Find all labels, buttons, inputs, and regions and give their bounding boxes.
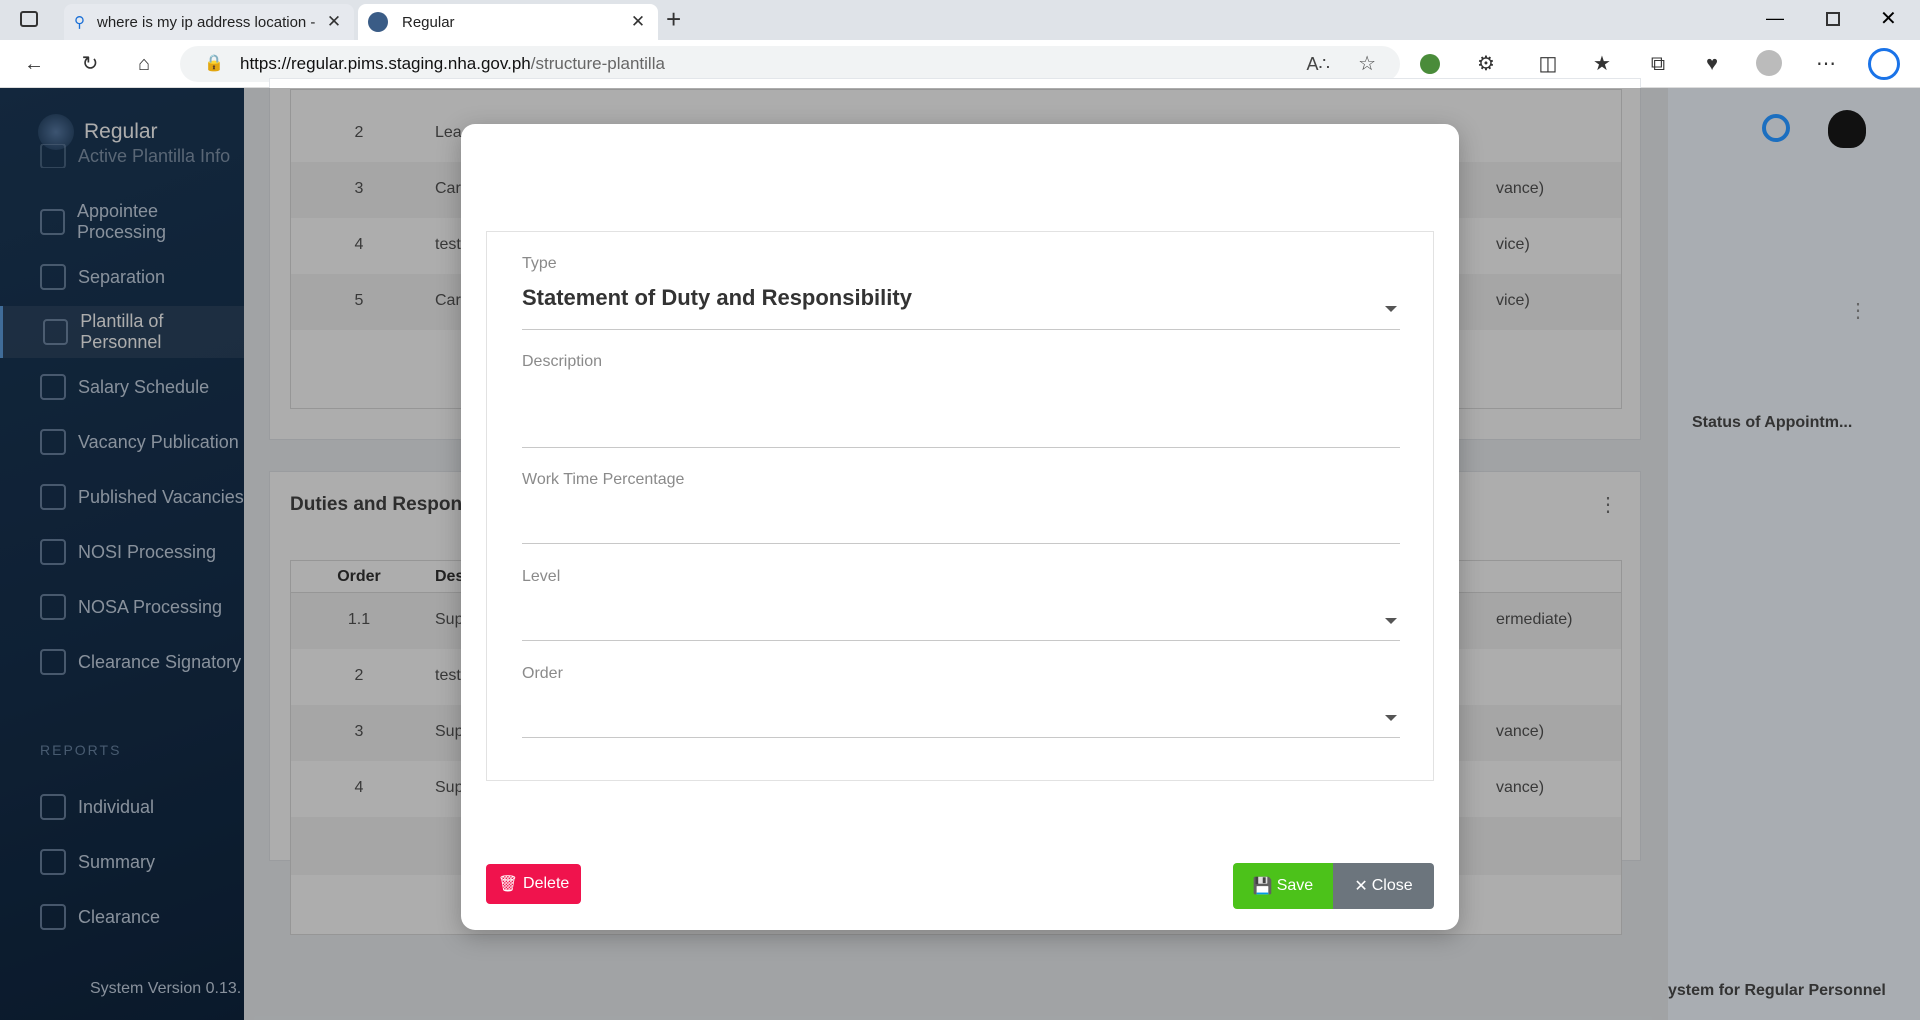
level-dropdown-icon[interactable] xyxy=(1385,618,1397,624)
url-host: https://regular.pims.staging.nha.gov.ph xyxy=(240,54,531,73)
lock-icon: 🔒 xyxy=(204,55,224,72)
level-label: Level xyxy=(522,568,561,585)
restore-icon[interactable] xyxy=(1826,12,1840,26)
work-time-underline xyxy=(522,543,1400,544)
description-underline xyxy=(522,447,1400,448)
close-tab-icon[interactable]: ✕ xyxy=(324,12,344,32)
level-select[interactable] xyxy=(522,594,1400,634)
close-label: Close xyxy=(1371,877,1413,894)
description-label: Description xyxy=(522,353,603,370)
type-select[interactable]: Statement of Duty and Responsibility xyxy=(522,285,912,311)
settings-gear-icon[interactable] xyxy=(1762,114,1790,142)
tab-search[interactable]: ⚲ where is my ip address location - ✕ xyxy=(64,4,354,40)
save-icon: 💾 xyxy=(1252,878,1273,895)
read-aloud-icon[interactable]: A∴ xyxy=(1307,46,1330,82)
tab-regular[interactable]: Regular ✕ xyxy=(358,4,658,40)
save-button[interactable]: 💾 Save xyxy=(1233,863,1333,909)
work-time-input[interactable] xyxy=(522,498,1400,538)
trash-icon: 🗑 xyxy=(497,876,519,893)
duty-form: Type Statement of Duty and Responsibilit… xyxy=(486,231,1434,781)
user-avatar-icon[interactable] xyxy=(1828,110,1866,148)
collections-icon[interactable]: ⧉ xyxy=(1646,52,1670,76)
delete-button[interactable]: 🗑 Delete xyxy=(486,864,581,904)
order-dropdown-icon[interactable] xyxy=(1385,715,1397,721)
extension-icon[interactable] xyxy=(1420,54,1440,74)
copilot-icon[interactable] xyxy=(1868,48,1900,80)
refresh-icon[interactable]: ↻ xyxy=(78,52,102,76)
minimize-icon[interactable]: — xyxy=(1766,8,1784,29)
new-tab-button[interactable]: + xyxy=(666,4,681,35)
close-tab-icon[interactable]: ✕ xyxy=(628,12,648,32)
footer-text: ystem for Regular Personnel xyxy=(1668,982,1886,999)
back-icon[interactable]: ← xyxy=(22,52,46,76)
level-underline xyxy=(522,640,1400,641)
search-icon: ⚲ xyxy=(74,14,85,31)
profile-avatar[interactable] xyxy=(1756,50,1782,76)
type-underline xyxy=(522,329,1400,330)
url-path: /structure-plantilla xyxy=(530,54,665,73)
more-menu-icon[interactable]: ⋯ xyxy=(1814,52,1838,76)
description-input[interactable] xyxy=(522,382,1400,422)
favorites-icon[interactable]: ★ xyxy=(1590,52,1614,76)
sidebar-toggle-icon[interactable] xyxy=(20,11,38,27)
status-of-appointment-header[interactable]: Status of Appointm... xyxy=(1692,414,1852,432)
close-button[interactable]: ✕ Close xyxy=(1333,863,1434,909)
background-right-panel: ⋮ Status of Appointm... ystem for Regula… xyxy=(1668,88,1920,1020)
close-icon: ✕ xyxy=(1354,878,1368,895)
duty-modal: Type Statement of Duty and Responsibilit… xyxy=(461,124,1459,930)
url-input[interactable]: 🔒 https://regular.pims.staging.nha.gov.p… xyxy=(180,46,1400,82)
type-dropdown-icon[interactable] xyxy=(1385,306,1397,312)
extensions-puzzle-icon[interactable]: ⚙ xyxy=(1474,52,1498,76)
home-icon[interactable]: ⌂ xyxy=(132,52,156,76)
delete-label: Delete xyxy=(523,875,570,892)
save-label: Save xyxy=(1276,877,1314,894)
tab-bar: ⚲ where is my ip address location - ✕ Re… xyxy=(0,0,1920,40)
favorite-star-icon[interactable]: ☆ xyxy=(1358,46,1376,82)
order-label: Order xyxy=(522,665,563,682)
panel-menu-icon[interactable]: ⋮ xyxy=(1848,298,1868,323)
tab-title: Regular xyxy=(402,13,455,31)
work-time-label: Work Time Percentage xyxy=(522,471,685,488)
close-window-icon[interactable]: ✕ xyxy=(1880,6,1897,31)
type-label: Type xyxy=(522,255,557,272)
browser-essentials-icon[interactable]: ♥ xyxy=(1700,52,1724,76)
tab-title: where is my ip address location - xyxy=(97,13,316,31)
site-favicon-icon xyxy=(368,12,388,32)
order-select[interactable] xyxy=(522,692,1400,732)
browser-chrome: ⚲ where is my ip address location - ✕ Re… xyxy=(0,0,1920,88)
split-screen-icon[interactable]: ◫ xyxy=(1536,52,1560,76)
order-underline xyxy=(522,737,1400,738)
